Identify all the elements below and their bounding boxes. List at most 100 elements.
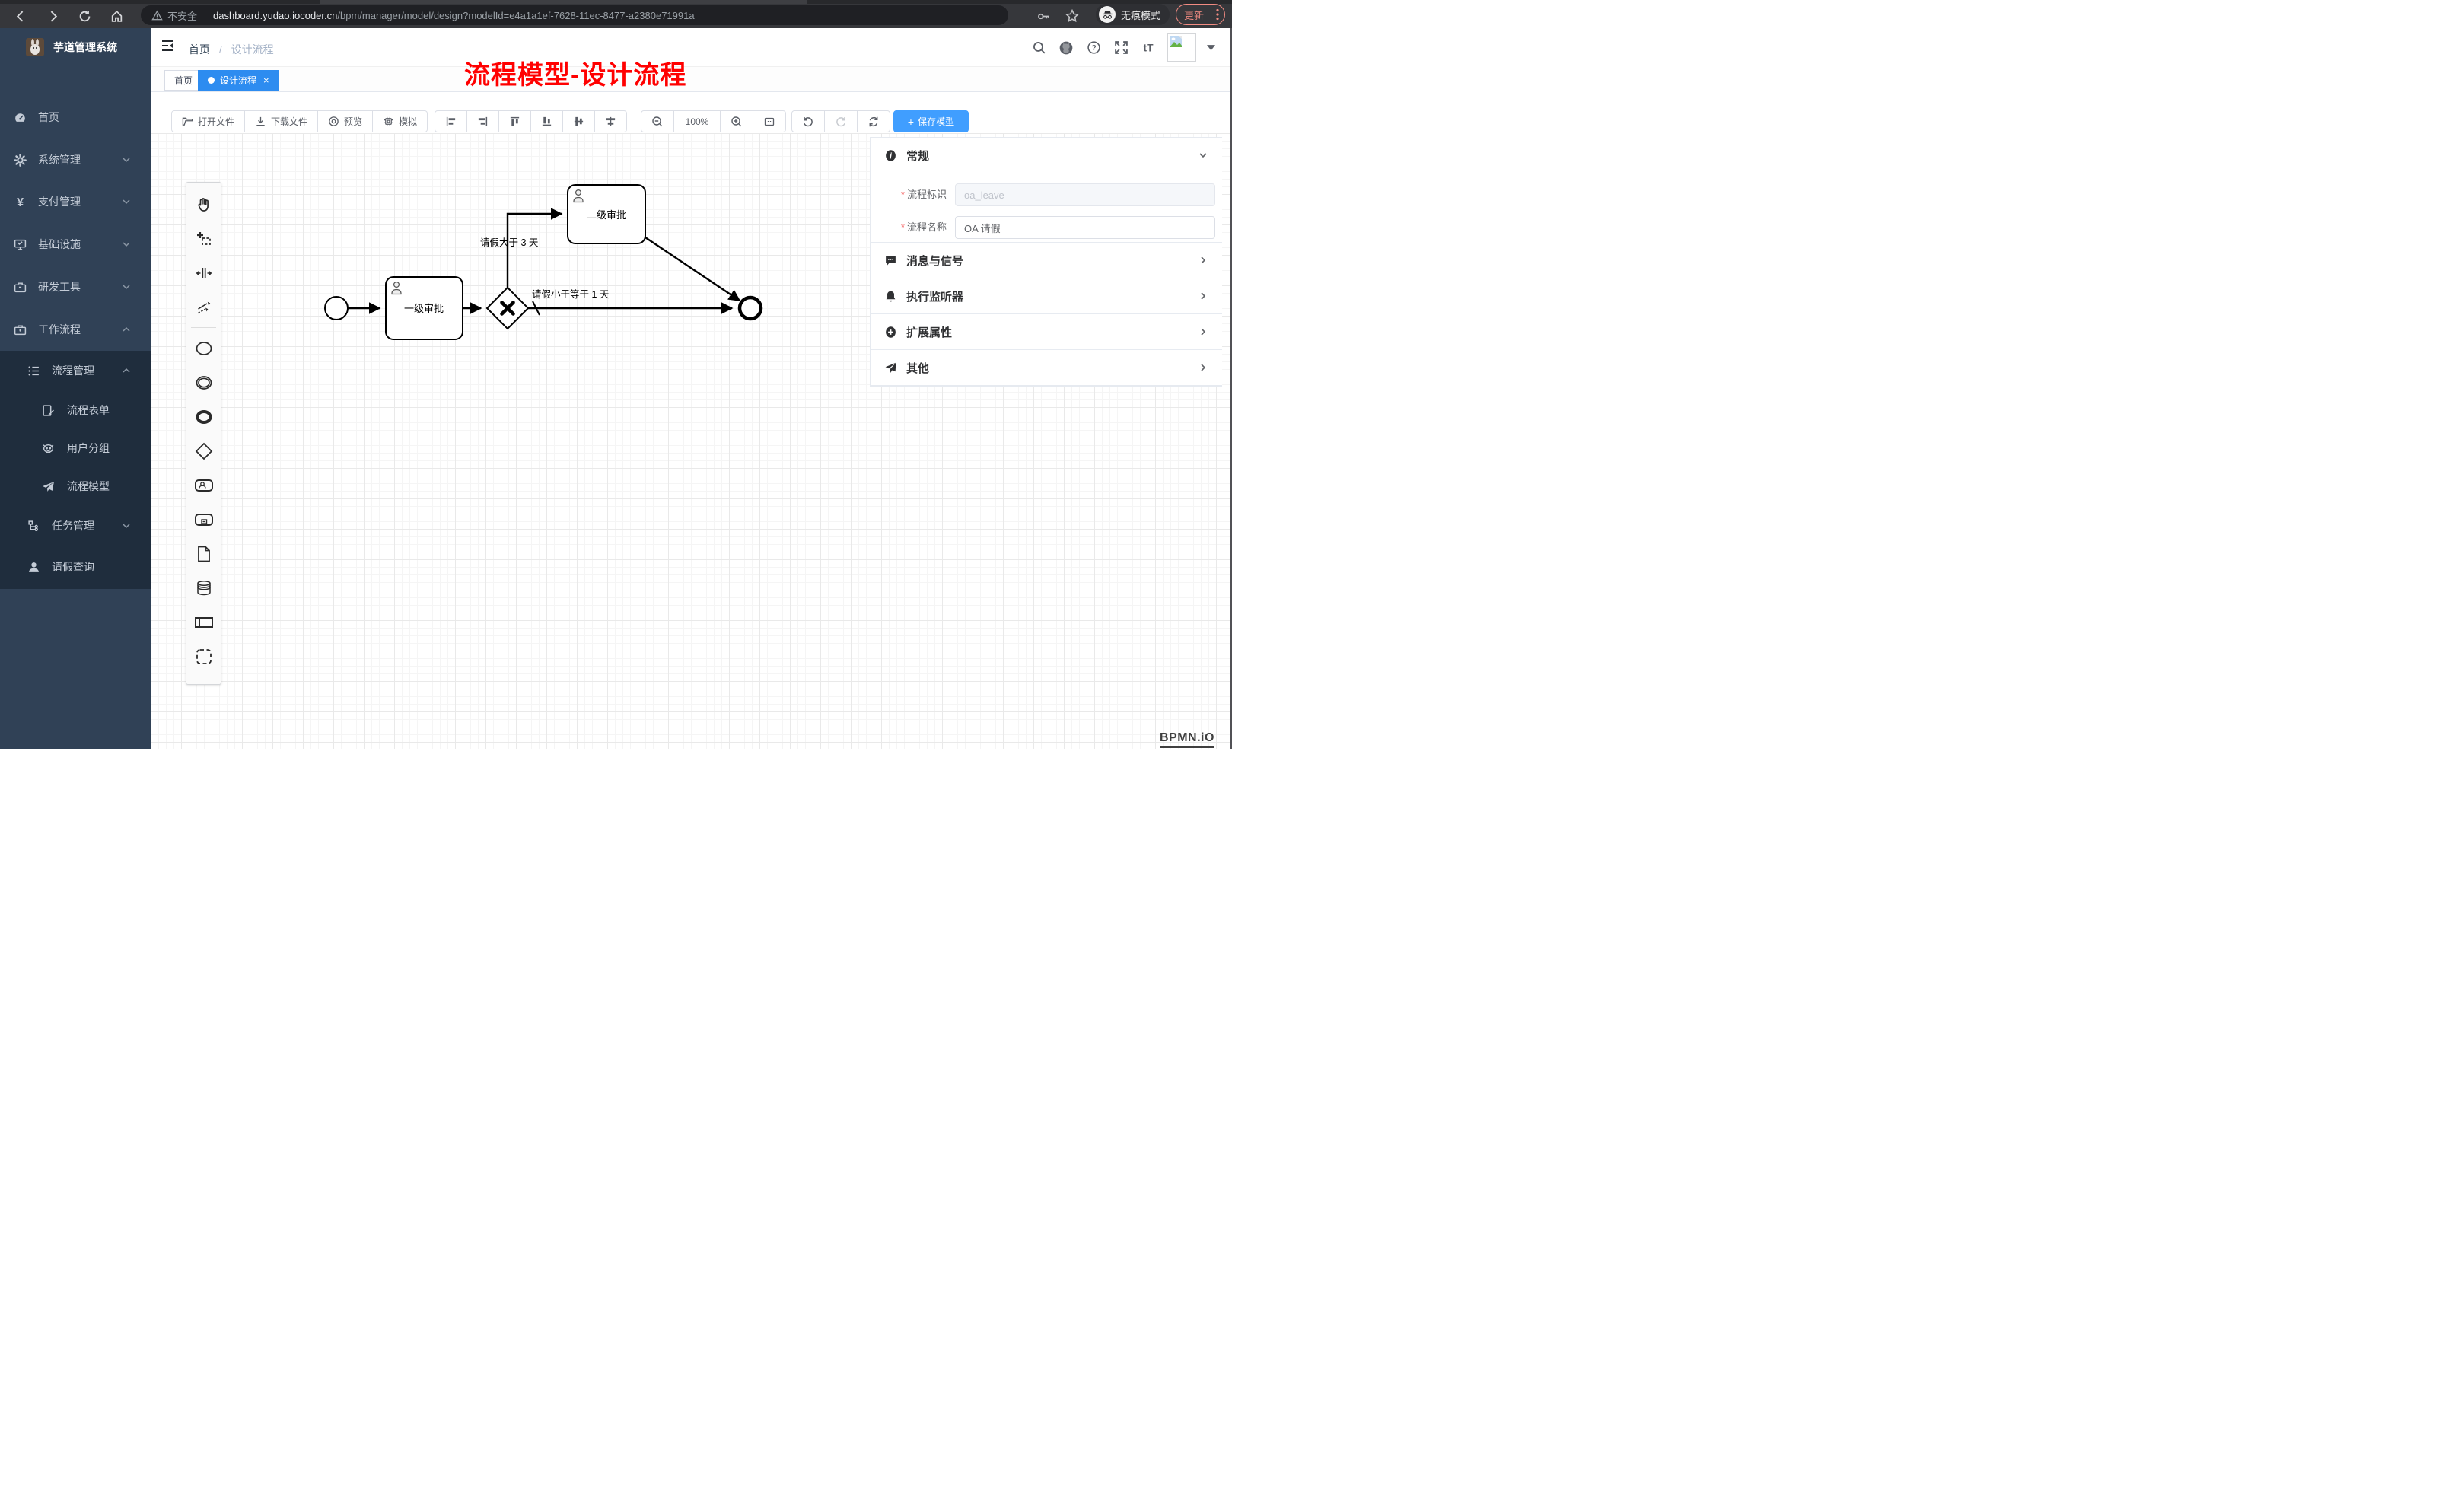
exclusive-gateway[interactable] <box>487 288 528 329</box>
browser-update-button[interactable]: 更新 <box>1176 4 1225 25</box>
avatar[interactable] <box>1167 33 1196 62</box>
search-icon[interactable] <box>1030 40 1047 56</box>
download-file-button[interactable]: 下载文件 <box>245 110 318 132</box>
intermediate-event-tool-icon[interactable] <box>186 365 221 399</box>
document-edit-icon <box>42 404 55 417</box>
menu-dots-icon[interactable] <box>1216 8 1219 21</box>
end-event-tool-icon[interactable] <box>186 399 221 434</box>
section-execution-listener[interactable]: 执行监听器 <box>871 278 1222 314</box>
message-icon <box>884 254 897 267</box>
simulate-button[interactable]: 模拟 <box>373 110 428 132</box>
task-first-approval[interactable]: 一级审批 <box>386 277 463 339</box>
password-key-icon[interactable] <box>1033 6 1053 26</box>
browser-home-icon[interactable] <box>107 6 126 26</box>
align-top-button[interactable] <box>499 110 531 132</box>
undo-button[interactable] <box>791 110 825 132</box>
sidebar-item-process-form[interactable]: 流程表单 <box>0 390 151 430</box>
tab-home[interactable]: 首页 <box>164 70 202 91</box>
task-second-approval[interactable]: 二级审批 <box>568 185 645 243</box>
browser-address-bar[interactable]: 不安全 dashboard.yudao.iocoder.cn/bpm/manag… <box>141 5 1008 25</box>
flow-condition-label[interactable]: 请假大于 3 天 <box>480 237 539 248</box>
browser-forward-icon[interactable] <box>43 6 62 26</box>
tab-close-icon[interactable]: × <box>263 75 269 86</box>
tab-label: 设计流程 <box>220 74 256 87</box>
sidebar-item-system[interactable]: 系统管理 <box>0 138 151 181</box>
align-bottom-button[interactable] <box>531 110 563 132</box>
save-model-button[interactable]: + 保存模型 <box>893 110 969 132</box>
start-event-tool-icon[interactable] <box>186 331 221 365</box>
sidebar-item-process-model[interactable]: 流程模型 <box>0 466 151 506</box>
subprocess-tool-icon[interactable] <box>186 502 221 536</box>
flow-condition-label[interactable]: 请假小于等于 1 天 <box>532 288 610 300</box>
window-edge <box>1230 28 1232 750</box>
breadcrumb-home[interactable]: 首页 <box>189 43 210 56</box>
general-fields: *流程标识 *流程名称 <box>871 173 1222 243</box>
flow-task2-to-end[interactable] <box>645 237 740 301</box>
participant-tool-icon[interactable] <box>186 605 221 639</box>
user-task-tool-icon[interactable] <box>186 468 221 502</box>
sidebar-collapse-icon[interactable] <box>160 38 175 53</box>
toolbox-icon <box>14 281 27 294</box>
space-tool-icon[interactable] <box>186 256 221 290</box>
sidebar-item-label: 请假查询 <box>52 559 94 574</box>
sidebar-item-home[interactable]: 首页 <box>0 96 151 138</box>
process-name-input[interactable] <box>955 216 1215 239</box>
sidebar-item-devtools[interactable]: 研发工具 <box>0 266 151 308</box>
zoom-reset-button[interactable] <box>753 110 786 132</box>
preview-button[interactable]: 预览 <box>318 110 373 132</box>
lasso-tool-icon[interactable] <box>186 221 221 256</box>
sidebar-item-task-mgmt[interactable]: 任务管理 <box>0 506 151 546</box>
end-event[interactable] <box>740 298 761 319</box>
browser-back-icon[interactable] <box>11 6 30 26</box>
file-button-group: 打开文件 下载文件 预览 模拟 <box>171 110 428 132</box>
info-icon: i <box>884 149 897 162</box>
sidebar-item-payment[interactable]: ¥ 支付管理 <box>0 180 151 223</box>
app-logo-row[interactable]: 芋道管理系统 <box>0 31 151 63</box>
group-tool-icon[interactable] <box>186 639 221 673</box>
sidebar-item-label: 基础设施 <box>38 237 81 252</box>
tab-design-process[interactable]: 设计流程 × <box>198 70 279 91</box>
caret-down-icon[interactable] <box>1207 45 1215 51</box>
open-file-button[interactable]: 打开文件 <box>171 110 245 132</box>
global-connect-icon[interactable] <box>186 290 221 324</box>
bookmark-star-icon[interactable] <box>1062 6 1082 26</box>
align-center-button[interactable] <box>595 110 627 132</box>
align-middle-button[interactable] <box>563 110 595 132</box>
bell-icon <box>884 290 897 303</box>
sidebar-item-process-mgmt[interactable]: 流程管理 <box>0 351 151 390</box>
github-icon[interactable] <box>1058 40 1074 56</box>
section-extended-attributes[interactable]: 扩展属性 <box>871 314 1222 350</box>
fullscreen-icon[interactable] <box>1113 40 1129 56</box>
zoom-out-button[interactable] <box>641 110 674 132</box>
sidebar-item-infrastructure[interactable]: 基础设施 <box>0 223 151 266</box>
flow-gateway-to-task2[interactable] <box>508 214 562 288</box>
sidebar-item-workflow[interactable]: 工作流程 <box>0 308 151 351</box>
align-left-button[interactable] <box>435 110 467 132</box>
section-message-signal[interactable]: 消息与信号 <box>871 243 1222 278</box>
hand-tool-icon[interactable] <box>186 187 221 221</box>
chevron-down-icon <box>122 521 131 530</box>
bpmnio-logo[interactable]: BPMN.iO <box>1160 731 1214 748</box>
chevron-down-icon <box>1198 150 1208 161</box>
process-key-input[interactable] <box>955 183 1215 206</box>
align-right-button[interactable] <box>467 110 499 132</box>
cpu-icon <box>383 116 394 127</box>
restart-button[interactable] <box>858 110 890 132</box>
font-size-icon[interactable]: tT <box>1140 40 1157 56</box>
zoom-in-button[interactable] <box>721 110 753 132</box>
sidebar-item-user-group[interactable]: 用户分组 <box>0 428 151 468</box>
browser-reload-icon[interactable] <box>75 6 94 26</box>
gateway-tool-icon[interactable] <box>186 434 221 468</box>
tree-branch-icon <box>27 520 40 533</box>
svg-text:二级审批: 二级审批 <box>587 209 626 221</box>
section-other[interactable]: 其他 <box>871 350 1222 386</box>
help-icon[interactable]: ? <box>1085 40 1102 56</box>
chevron-down-icon <box>122 197 131 206</box>
start-event[interactable] <box>325 297 348 320</box>
sidebar-item-leave-query[interactable]: 请假查询 <box>0 547 151 587</box>
section-general[interactable]: i 常规 <box>871 138 1222 173</box>
data-object-tool-icon[interactable] <box>186 536 221 571</box>
redo-button[interactable] <box>825 110 858 132</box>
gear-icon <box>14 154 27 167</box>
data-store-tool-icon[interactable] <box>186 571 221 605</box>
